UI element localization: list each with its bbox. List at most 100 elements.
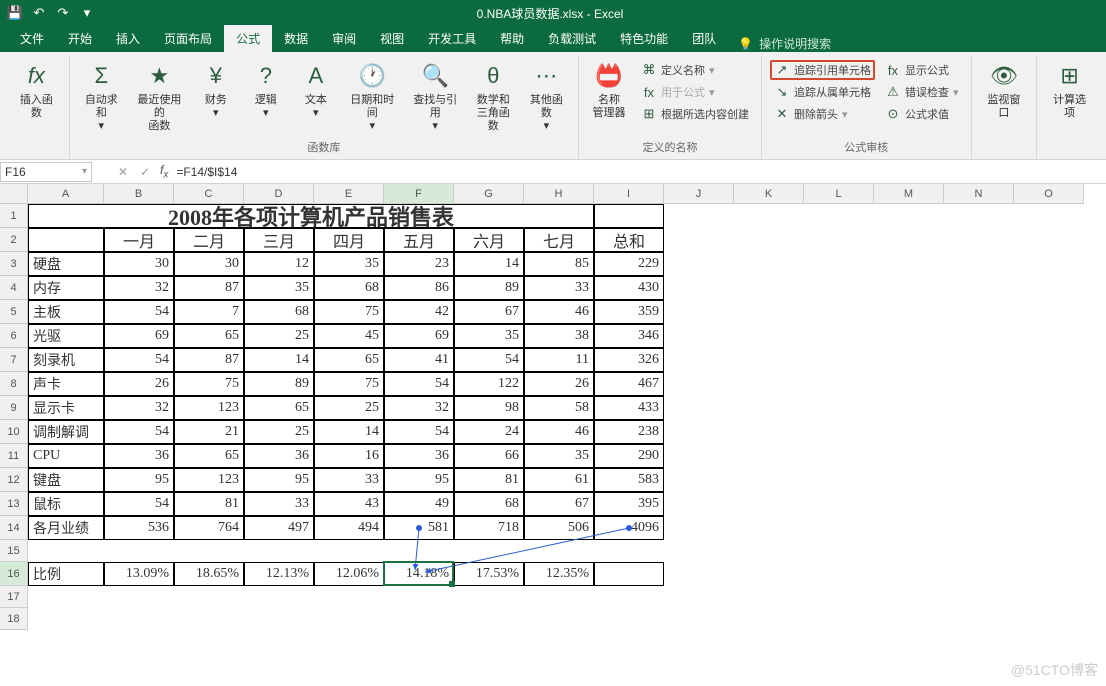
cell-D2[interactable]: 三月 (244, 228, 314, 252)
cell-A5[interactable]: 主板 (28, 300, 104, 324)
save-icon[interactable]: 💾 (4, 2, 26, 24)
cell-D5[interactable]: 68 (244, 300, 314, 324)
cell-B8[interactable]: 26 (104, 372, 174, 396)
row-header-2[interactable]: 2 (0, 228, 28, 252)
formula-input[interactable]: =F14/$I$14 (172, 165, 1106, 179)
fx-icon[interactable]: fx (156, 163, 172, 180)
cell-G14[interactable]: 718 (454, 516, 524, 540)
fn-日期和时间[interactable]: 🕐日期和时间▾ (344, 58, 401, 135)
cell-B9[interactable]: 32 (104, 396, 174, 420)
fn-最近使用的[interactable]: ★最近使用的函数 (131, 58, 188, 135)
name-manager-button[interactable]: 📛 名称管理器 (587, 58, 631, 122)
cell-A3[interactable]: 硬盘 (28, 252, 104, 276)
cell-I12[interactable]: 583 (594, 468, 664, 492)
row-header-14[interactable]: 14 (0, 516, 28, 540)
cell-D10[interactable]: 25 (244, 420, 314, 444)
cell-G13[interactable]: 68 (454, 492, 524, 516)
cell-I1[interactable] (594, 204, 664, 228)
col-header-B[interactable]: B (104, 184, 174, 204)
cell-D6[interactable]: 25 (244, 324, 314, 348)
col-header-A[interactable]: A (28, 184, 104, 204)
cell-E6[interactable]: 45 (314, 324, 384, 348)
cell-I10[interactable]: 238 (594, 420, 664, 444)
cell-E12[interactable]: 33 (314, 468, 384, 492)
name-box[interactable]: F16 ▾ (0, 162, 92, 182)
cell-A4[interactable]: 内存 (28, 276, 104, 300)
col-header-J[interactable]: J (664, 184, 734, 204)
cell-C4[interactable]: 87 (174, 276, 244, 300)
col-header-N[interactable]: N (944, 184, 1014, 204)
row-header-3[interactable]: 3 (0, 252, 28, 276)
btn-根据所选内容创建[interactable]: ⊞根据所选内容创建 (637, 104, 753, 124)
cell-D3[interactable]: 12 (244, 252, 314, 276)
tab-审阅[interactable]: 审阅 (320, 25, 368, 52)
row-header-7[interactable]: 7 (0, 348, 28, 372)
cell-F2[interactable]: 五月 (384, 228, 454, 252)
row-header-13[interactable]: 13 (0, 492, 28, 516)
cell-E10[interactable]: 14 (314, 420, 384, 444)
cell-E9[interactable]: 25 (314, 396, 384, 420)
cell-E14[interactable]: 494 (314, 516, 384, 540)
cell-B4[interactable]: 32 (104, 276, 174, 300)
cell-D9[interactable]: 65 (244, 396, 314, 420)
tab-数据[interactable]: 数据 (272, 25, 320, 52)
col-header-G[interactable]: G (454, 184, 524, 204)
btn-定义名称[interactable]: ⌘定义名称 ▾ (637, 60, 753, 80)
cell-A13[interactable]: 鼠标 (28, 492, 104, 516)
row-header-12[interactable]: 12 (0, 468, 28, 492)
row-header-1[interactable]: 1 (0, 204, 28, 228)
cell-A8[interactable]: 声卡 (28, 372, 104, 396)
redo-icon[interactable]: ↷ (52, 2, 74, 24)
cell-F16[interactable]: 14.18% (384, 562, 454, 586)
cell-D7[interactable]: 14 (244, 348, 314, 372)
cell-G7[interactable]: 54 (454, 348, 524, 372)
col-header-I[interactable]: I (594, 184, 664, 204)
tab-特色功能[interactable]: 特色功能 (608, 25, 680, 52)
fn-自动求和[interactable]: Σ自动求和▾ (78, 58, 125, 135)
cell-A10[interactable]: 调制解调 (28, 420, 104, 444)
cell-G5[interactable]: 67 (454, 300, 524, 324)
cell-B16[interactable]: 13.09% (104, 562, 174, 586)
cell-I3[interactable]: 229 (594, 252, 664, 276)
row-header-8[interactable]: 8 (0, 372, 28, 396)
btn-追踪从属单元格[interactable]: ↘追踪从属单元格 (770, 82, 875, 102)
row-header-4[interactable]: 4 (0, 276, 28, 300)
tab-页面布局[interactable]: 页面布局 (152, 25, 224, 52)
cell-I5[interactable]: 359 (594, 300, 664, 324)
fn-财务[interactable]: ¥财务▾ (194, 58, 238, 122)
cell-F14[interactable]: 581 (384, 516, 454, 540)
row-header-9[interactable]: 9 (0, 396, 28, 420)
btn-追踪引用单元格[interactable]: ↗追踪引用单元格 (770, 60, 875, 80)
cell-C7[interactable]: 87 (174, 348, 244, 372)
cell-E13[interactable]: 43 (314, 492, 384, 516)
tab-帮助[interactable]: 帮助 (488, 25, 536, 52)
row-header-17[interactable]: 17 (0, 586, 28, 608)
cell-B13[interactable]: 54 (104, 492, 174, 516)
row-header-16[interactable]: 16 (0, 562, 28, 586)
cell-A9[interactable]: 显示卡 (28, 396, 104, 420)
cell-E3[interactable]: 35 (314, 252, 384, 276)
cell-F5[interactable]: 42 (384, 300, 454, 324)
cell-H5[interactable]: 46 (524, 300, 594, 324)
cell-I2[interactable]: 总和 (594, 228, 664, 252)
cell-A11[interactable]: CPU (28, 444, 104, 468)
cell-A12[interactable]: 键盘 (28, 468, 104, 492)
cell-D11[interactable]: 36 (244, 444, 314, 468)
cell-E5[interactable]: 75 (314, 300, 384, 324)
cell-G12[interactable]: 81 (454, 468, 524, 492)
qat-more-icon[interactable]: ▾ (76, 2, 98, 24)
cell-I6[interactable]: 346 (594, 324, 664, 348)
cell-G4[interactable]: 89 (454, 276, 524, 300)
cell-F4[interactable]: 86 (384, 276, 454, 300)
cell-A14[interactable]: 各月业绩 (28, 516, 104, 540)
cell-D13[interactable]: 33 (244, 492, 314, 516)
cell-C3[interactable]: 30 (174, 252, 244, 276)
cell-A6[interactable]: 光驱 (28, 324, 104, 348)
row-header-18[interactable]: 18 (0, 608, 28, 630)
cell-I8[interactable]: 467 (594, 372, 664, 396)
cell-F6[interactable]: 69 (384, 324, 454, 348)
cell-D12[interactable]: 95 (244, 468, 314, 492)
cell-G10[interactable]: 24 (454, 420, 524, 444)
cell-G11[interactable]: 66 (454, 444, 524, 468)
cell-F3[interactable]: 23 (384, 252, 454, 276)
